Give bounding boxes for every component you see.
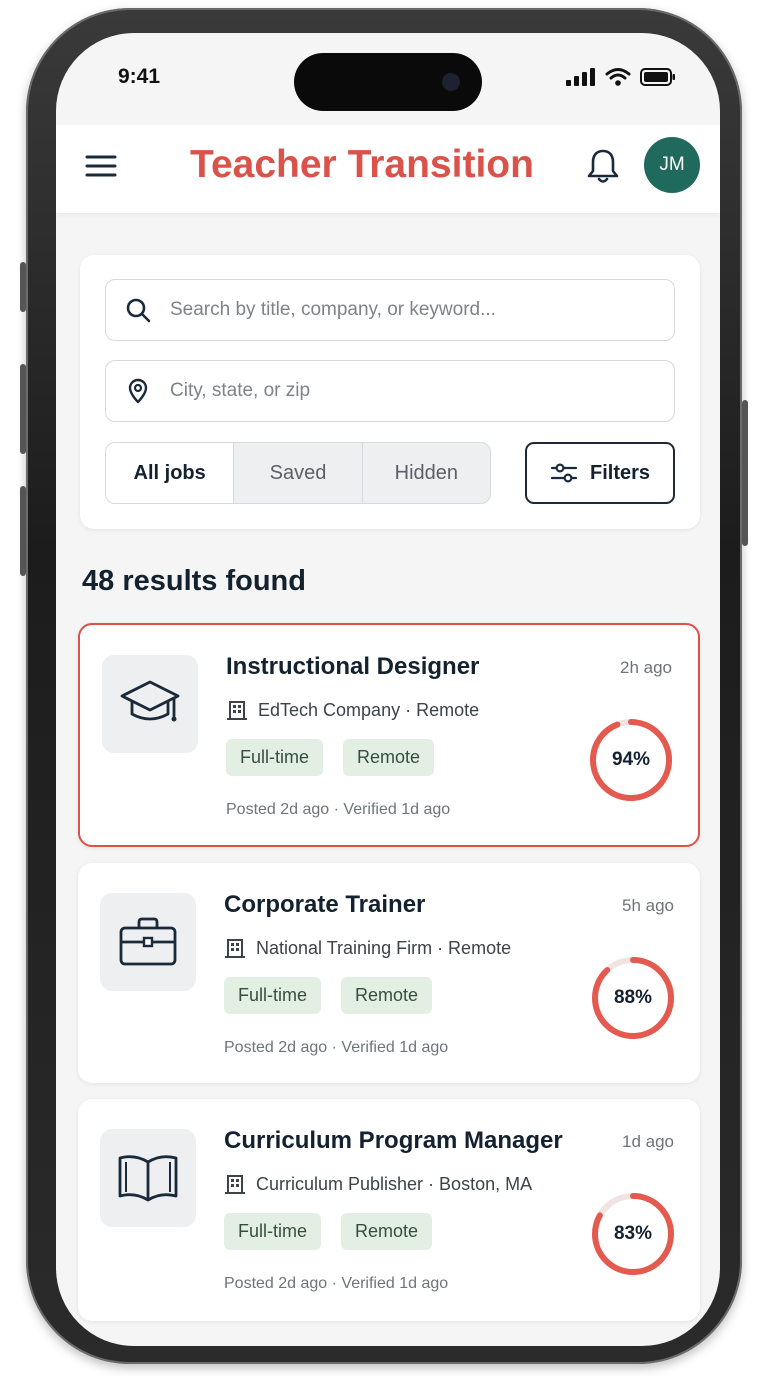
silent-switch [20,262,26,312]
tag-work-mode: Remote [341,977,433,1014]
keyword-search-input[interactable] [170,299,650,321]
job-card[interactable]: Instructional Designer 2h ago EdTech Com… [78,623,700,847]
job-meta: Posted 2d ago · Verified 1d ago [224,1039,449,1056]
wifi-icon [605,68,631,86]
tab-saved[interactable]: Saved [233,443,361,503]
cellular-signal-icon [566,68,595,86]
job-title: Curriculum Program Manager [224,1127,563,1154]
location-pin-icon [128,378,148,404]
phone-screen: 9:41 Teacher Transition JM Search by tit… [56,33,720,1346]
job-card[interactable]: Corporate Trainer 5h ago National Traini… [78,863,700,1083]
tag-employment-type: Full-time [224,1213,322,1250]
results-count: 48 results found [82,565,306,597]
building-icon [225,939,245,958]
tag-employment-type: Full-time [226,739,324,776]
match-score-text: 88% [613,987,653,1008]
volume-down-button [20,486,26,576]
match-score-ring: 94% [588,717,674,803]
job-view-segmented-control: All jobs Saved Hidden [105,442,491,504]
search-icon [126,298,151,323]
building-icon [227,701,247,720]
job-posted-time: 5h ago [622,896,674,915]
job-title: Corporate Trainer [224,891,426,918]
graduation-cap-icon [120,680,180,722]
keyword-search-field[interactable] [105,279,675,341]
tab-all-jobs[interactable]: All jobs [106,443,234,503]
job-meta: Posted 2d ago · Verified 1d ago [224,1275,449,1292]
open-book-icon [118,1155,178,1202]
job-company: EdTech Company · Remote [226,699,479,721]
company-location-text: EdTech Company · Remote [258,699,480,720]
sliders-icon [550,463,578,483]
match-score-ring: 88% [590,955,676,1041]
tag-employment-type: Full-time [224,977,322,1014]
job-thumbnail [100,1129,196,1227]
battery-icon [640,68,675,86]
notification-bell-icon[interactable] [586,147,620,185]
briefcase-icon [119,917,177,966]
hamburger-menu-icon[interactable] [84,149,118,183]
status-time: 9:41 [118,65,161,88]
company-location-text: Curriculum Publisher · Boston, MA [256,1173,533,1194]
job-card[interactable]: Curriculum Program Manager 1d ago Curric… [78,1099,700,1321]
job-posted-time: 2h ago [620,658,672,677]
search-panel: All jobs Saved Hidden Filters [80,255,700,529]
location-search-input[interactable] [170,380,650,402]
job-tags: Full-time Remote [226,739,435,776]
job-tags: Full-time Remote [224,977,433,1014]
filters-button[interactable]: Filters [525,442,675,504]
tab-hidden[interactable]: Hidden [361,443,490,503]
match-score-text: 94% [611,749,651,770]
status-icons [566,67,676,87]
app-header: Teacher Transition JM [56,125,720,213]
filters-label: Filters [589,461,651,484]
user-avatar[interactable]: JM [644,137,700,193]
job-meta: Posted 2d ago · Verified 1d ago [226,801,451,818]
job-title: Instructional Designer [226,653,480,680]
job-thumbnail [100,893,196,991]
dynamic-island [294,53,482,111]
job-company: National Training Firm · Remote [224,937,511,959]
job-tags: Full-time Remote [224,1213,433,1250]
app-title: Teacher Transition [190,143,534,186]
job-company: Curriculum Publisher · Boston, MA [224,1173,532,1195]
tag-work-mode: Remote [341,1213,433,1250]
job-thumbnail [102,655,198,753]
location-search-field[interactable] [105,360,675,422]
building-icon [225,1175,245,1194]
company-location-text: National Training Firm · Remote [256,937,512,958]
match-score-text: 83% [613,1223,653,1244]
camera-icon [442,73,460,91]
match-score-ring: 83% [590,1191,676,1277]
volume-up-button [20,364,26,454]
job-posted-time: 1d ago [622,1132,674,1151]
tag-work-mode: Remote [343,739,435,776]
power-button [742,400,748,546]
